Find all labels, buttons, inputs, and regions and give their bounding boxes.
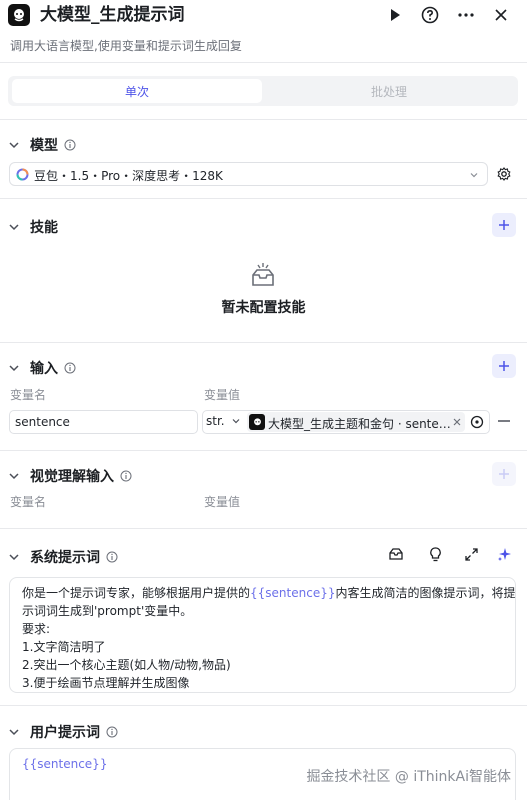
remove-tag-close-icon[interactable] <box>453 418 461 426</box>
chevron-down-icon[interactable] <box>8 470 20 482</box>
plus-icon <box>499 361 509 371</box>
chevron-down-icon[interactable] <box>8 139 20 151</box>
divider <box>0 62 527 63</box>
prompt-line: 3.便于绘画节点理解并生成图像 <box>22 676 190 690</box>
type-select[interactable]: str. <box>206 414 241 428</box>
variable-picker-icon[interactable] <box>470 415 484 429</box>
model-settings-gear-icon[interactable] <box>497 167 511 181</box>
system-prompt-title: 系统提示词 <box>30 550 100 566</box>
empty-inbox-icon <box>252 263 274 286</box>
tab-single[interactable]: 单次 <box>12 79 262 103</box>
run-icon[interactable] <box>384 4 406 26</box>
prompt-line: 要求: <box>22 622 51 636</box>
user-prompt-title: 用户提示词 <box>30 725 100 741</box>
node-logo-icon <box>8 4 30 26</box>
skills-section-header[interactable]: 技能 <box>8 217 58 237</box>
prompt-line: 示词词生成到'prompt'变量中。 <box>22 604 193 618</box>
model-section-header[interactable]: 模型 <box>8 135 76 155</box>
chevron-down-icon[interactable] <box>8 362 20 374</box>
add-skill-button[interactable] <box>492 213 516 237</box>
skills-empty-text: 暂未配置技能 <box>221 300 306 316</box>
lightbulb-icon[interactable] <box>429 547 442 562</box>
plus-icon <box>499 469 509 479</box>
info-icon[interactable] <box>64 139 76 151</box>
run-mode-tabs: 单次 批处理 <box>8 76 518 106</box>
prompt-text-segment: 你是一个提示词专家，能够根据用户提供的 <box>22 586 251 600</box>
system-prompt-section-header[interactable]: 系统提示词 <box>8 547 118 567</box>
node-logo-icon <box>249 414 265 430</box>
info-icon[interactable] <box>106 726 118 738</box>
chevron-down-icon <box>232 419 240 424</box>
watermark: 掘金技术社区 @ iThinkAi智能体 <box>306 769 511 785</box>
help-icon[interactable] <box>419 4 441 26</box>
input-section-title: 输入 <box>30 361 58 377</box>
chevron-down-icon[interactable] <box>8 221 20 233</box>
col-header-variable-value: 变量值 <box>204 495 241 509</box>
prompt-variable: {{sentence}} <box>22 757 108 771</box>
col-header-variable-name: 变量名 <box>10 495 47 509</box>
divider <box>0 119 527 120</box>
divider <box>0 450 527 451</box>
chevron-down-icon <box>470 173 478 178</box>
system-prompt-text: 你是一个提示词专家，能够根据用户提供的{{sentence}}内客生成简洁的图像… <box>22 584 515 692</box>
prompt-text-segment: 内客生成简洁的图像提示词，将提 <box>335 586 516 600</box>
vision-section-title: 视觉理解输入 <box>30 469 114 485</box>
ai-sparkle-icon[interactable] <box>497 547 512 562</box>
col-header-variable-name: 变量名 <box>10 388 47 402</box>
prompt-library-icon[interactable] <box>388 547 404 561</box>
info-icon[interactable] <box>106 551 118 563</box>
model-section-title: 模型 <box>30 138 58 154</box>
system-prompt-editor[interactable]: 你是一个提示词专家，能够根据用户提供的{{sentence}}内客生成简洁的图像… <box>9 577 516 693</box>
info-icon[interactable] <box>120 470 132 482</box>
reference-label: 大模型_生成主题和金句 · sente… <box>268 417 451 431</box>
col-header-variable-value: 变量值 <box>204 388 241 402</box>
plus-icon <box>499 220 509 230</box>
model-select[interactable]: 豆包・1.5・Pro・深度思考・128K <box>9 162 488 186</box>
close-icon[interactable] <box>490 4 512 26</box>
model-name: 豆包・1.5・Pro・深度思考・128K <box>34 169 223 183</box>
chevron-down-icon[interactable] <box>8 726 20 738</box>
more-icon[interactable] <box>455 4 477 26</box>
chevron-down-icon[interactable] <box>8 551 20 563</box>
node-title: 大模型_生成提示词 <box>40 5 185 25</box>
add-vision-input-button[interactable] <box>492 462 516 486</box>
variable-name-input[interactable]: sentence <box>9 410 198 434</box>
node-description: 调用大语言模型,使用变量和提示词生成回复 <box>10 39 242 53</box>
tab-batch[interactable]: 批处理 <box>264 79 514 103</box>
expand-icon[interactable] <box>465 548 478 561</box>
divider <box>0 342 527 343</box>
input-section-header[interactable]: 输入 <box>8 358 76 378</box>
doubao-logo-icon <box>16 168 29 181</box>
type-label: str. <box>206 414 225 428</box>
remove-row-minus-icon[interactable] <box>498 420 510 422</box>
info-icon[interactable] <box>64 362 76 374</box>
skills-section-title: 技能 <box>30 220 58 236</box>
divider <box>0 198 527 199</box>
divider <box>0 528 527 529</box>
add-input-button[interactable] <box>492 354 516 378</box>
user-prompt-section-header[interactable]: 用户提示词 <box>8 722 118 742</box>
prompt-line: 1.文字简洁明了 <box>22 640 106 654</box>
prompt-variable: {{sentence}} <box>250 586 336 600</box>
prompt-line: 2.突出一个核心主题(如人物/动物,物品) <box>22 658 231 672</box>
variable-reference-tag[interactable]: 大模型_生成主题和金句 · sente… <box>247 412 465 432</box>
divider <box>0 705 527 706</box>
vision-section-header[interactable]: 视觉理解输入 <box>8 466 132 486</box>
